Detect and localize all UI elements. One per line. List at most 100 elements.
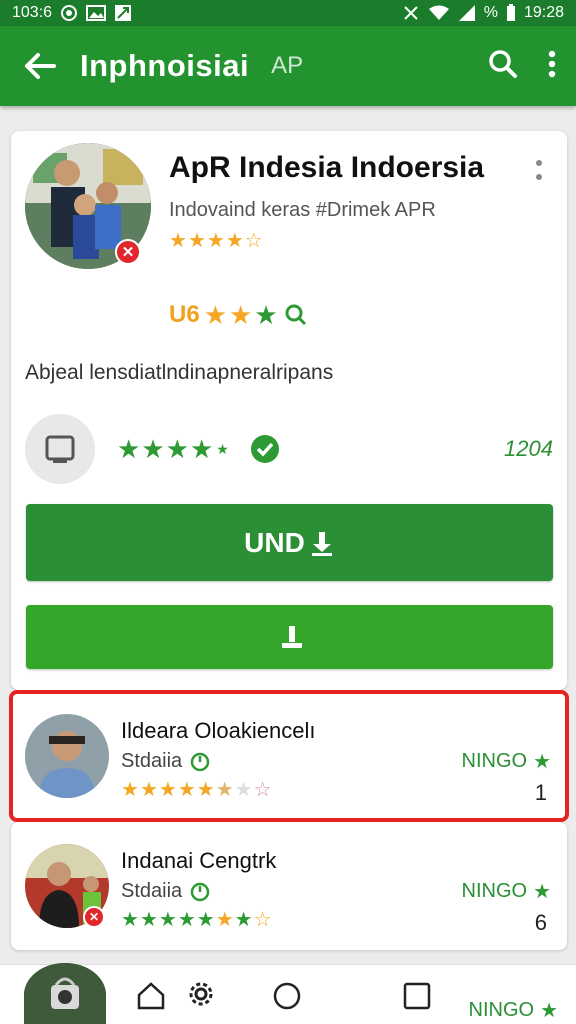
star-icon: ★: [206, 230, 225, 252]
list-item-tag-text: NINGO: [461, 880, 528, 902]
star-icon: ★: [187, 230, 206, 252]
search-icon: [489, 49, 517, 78]
app-bar-subtitle: AP: [271, 52, 304, 79]
list-item-tag-text: NINGO: [468, 999, 535, 1021]
star-empty-icon: ☆: [253, 909, 272, 931]
list-item-title: Ildeara Oloakiencelı: [121, 718, 316, 743]
clock-icon: [190, 882, 210, 901]
install-button-label: UND: [244, 526, 305, 558]
app-bar: Inphnoisiai AP: [0, 26, 576, 106]
nav-settings-button[interactable]: [188, 981, 214, 1007]
app-developer: Indovaind keras #Drimek APR: [169, 199, 436, 221]
app-age-rating: U6 ★ ★ ★: [169, 301, 308, 329]
overflow-menu-button[interactable]: [548, 50, 556, 83]
star-icon: ★: [189, 434, 214, 464]
install-button[interactable]: UND: [26, 504, 553, 581]
list-item-tag: NINGO ★: [462, 750, 552, 773]
star-icon: ★: [121, 779, 139, 801]
list-item[interactable]: ✕ Indanai Cengtrk Stdaiia ★ ★ ★ ★ ★ ★ ★ …: [11, 822, 567, 950]
star-icon: ★: [177, 909, 196, 931]
app-notification-icon: [114, 4, 132, 22]
list-item[interactable]: Ildeara Oloakiencelı Stdaiia ★ ★ ★ ★ ★ ★…: [9, 690, 569, 822]
list-item-tag-text: NINGO: [461, 750, 528, 772]
list-item-rating: ★ ★ ★ ★ ★ ★ ★ ☆: [121, 780, 272, 800]
clock-icon: [190, 752, 210, 771]
app-badge-icon: ✕: [115, 239, 141, 265]
list-item-tag: NINGO ★: [462, 880, 552, 903]
star-icon: ★: [177, 779, 196, 801]
nav-home-button[interactable]: [136, 981, 166, 1011]
star-icon: ★: [139, 779, 158, 801]
bottom-navigation: NINGO ★: [0, 963, 576, 1024]
list-item-title: Indanai Cengtrk: [121, 848, 277, 873]
list-item-count: 6: [534, 910, 547, 935]
nfc-icon: [402, 4, 420, 22]
star-icon: ★: [196, 779, 215, 801]
star-icon: ★: [254, 300, 278, 330]
back-arrow-icon: [25, 53, 56, 79]
notification-icon: [60, 4, 78, 22]
app-description: Abjeal lensdiatlndinapneralripans: [25, 361, 334, 384]
battery-percent-text: %: [483, 4, 498, 21]
search-button[interactable]: [488, 49, 518, 84]
app-rating-stars: ★ ★ ★ ★ ☆: [169, 231, 263, 251]
star-icon: ★: [169, 230, 187, 252]
gear-icon: [189, 982, 213, 1006]
list-item-rating: ★ ★ ★ ★ ★ ★ ★ ☆: [121, 910, 272, 930]
device-icon: [25, 414, 95, 484]
list-item-subtitle-text: Stdaiia: [121, 880, 183, 902]
star-small-icon: ★: [216, 441, 229, 457]
star-empty-icon: ★: [234, 779, 253, 801]
star-icon: ★: [533, 750, 551, 773]
more-vertical-icon: [548, 50, 556, 77]
star-icon: ★: [158, 779, 177, 801]
star-icon: ★: [203, 300, 227, 330]
verified-icon: [249, 433, 281, 465]
star-icon: ★: [196, 909, 215, 931]
signal-icon: [458, 4, 476, 22]
status-bar: 103:6 % 19:28: [0, 0, 576, 26]
star-icon: ★: [117, 434, 141, 464]
nav-recents-button[interactable]: [402, 981, 432, 1011]
download-count: 1204: [504, 436, 553, 461]
wifi-icon: [428, 4, 450, 22]
star-icon: ★: [229, 300, 253, 330]
more-vertical-icon: [536, 160, 542, 180]
star-icon: ★: [533, 880, 551, 903]
battery-icon: [506, 4, 516, 22]
list-item-tag: NINGO ★: [469, 999, 559, 1022]
star-icon: ★: [225, 230, 244, 252]
star-empty-icon: ☆: [244, 230, 263, 252]
search-icon: [284, 303, 308, 327]
star-icon: ★: [215, 909, 234, 931]
download-icon: [281, 626, 302, 648]
star-empty-icon: ☆: [253, 779, 272, 801]
nav-home-circle-button[interactable]: [272, 981, 302, 1011]
star-icon: ★: [139, 909, 158, 931]
home-icon: [137, 982, 165, 1010]
star-icon: ★: [158, 909, 177, 931]
circle-icon: [273, 982, 301, 1010]
app-bar-title: Inphnoisiai: [80, 48, 250, 83]
recents-icon: [403, 982, 431, 1010]
list-item-subtitle: Stdaiia: [121, 880, 210, 903]
star-icon: ★: [234, 909, 253, 931]
download-icon: [311, 531, 332, 556]
age-code: U6: [169, 301, 200, 328]
app-stats-row: ★ ★ ★ ★ ★ 1204: [25, 413, 553, 485]
star-half-icon: ★: [215, 779, 234, 801]
list-item-subtitle: Stdaiia: [121, 750, 210, 773]
list-item-subtitle-text: Stdaiia: [121, 750, 183, 772]
app-detail-card: ✕ ApR Indesia Indoersia Indovaind keras …: [11, 131, 567, 690]
avatar[interactable]: [24, 963, 106, 1024]
app-title: ApR Indesia Indoersia: [169, 151, 485, 184]
avatar-badge-icon: ✕: [83, 906, 105, 928]
carrier-text: 103:6: [12, 4, 53, 21]
star-icon: ★: [540, 999, 558, 1022]
download-button[interactable]: [26, 605, 553, 669]
star-icon: ★: [165, 434, 189, 464]
star-icon: ★: [121, 909, 139, 931]
list-item-count: 1: [534, 780, 547, 805]
back-button[interactable]: [0, 52, 80, 80]
card-overflow-menu-button[interactable]: [535, 159, 543, 188]
